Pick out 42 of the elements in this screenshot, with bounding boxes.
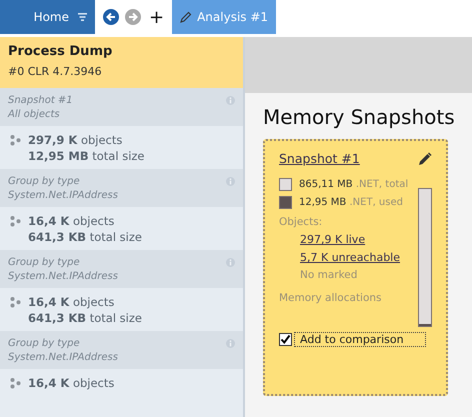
page-title: Memory Snapshots xyxy=(263,105,456,129)
objects-icon xyxy=(10,296,21,308)
total-size: 12,95 MB total size xyxy=(28,149,144,163)
checkmark-icon xyxy=(280,334,291,345)
pencil-icon[interactable] xyxy=(418,152,432,166)
process-subtitle: #0 CLR 4.7.3946 xyxy=(8,65,103,78)
step-subtitle: System.Net.IPAddress xyxy=(8,271,118,282)
total-size: 641,3 KB total size xyxy=(28,230,142,244)
objects-link[interactable]: 5,7 K unreachable xyxy=(300,251,408,264)
process-header[interactable]: Process Dump #0 CLR 4.7.3946 xyxy=(0,37,243,88)
info-icon[interactable] xyxy=(226,339,235,348)
legend-label: 865,11 MB .NET, total xyxy=(299,179,408,190)
objects-label: Objects: xyxy=(279,216,324,228)
total-size: 641,3 KB total size xyxy=(28,311,142,325)
step-title: Group by type xyxy=(8,257,80,268)
legend-label: 12,95 MB .NET, used xyxy=(299,197,403,208)
object-count: 297,9 K objects xyxy=(28,133,122,147)
back-button[interactable] xyxy=(103,9,119,25)
objects-link[interactable]: 297,9 K live xyxy=(300,233,408,246)
add-tab-button[interactable]: + xyxy=(147,6,166,28)
allocations-label: Memory allocations xyxy=(279,292,383,304)
step-subtitle: System.Net.IPAddress xyxy=(8,190,118,201)
step-subtitle: System.Net.IPAddress xyxy=(8,352,118,363)
objects-icon xyxy=(10,134,21,146)
step-title: Group by type xyxy=(8,338,80,349)
object-count: 16,4 K objects xyxy=(28,214,114,228)
objects-icon xyxy=(10,216,21,226)
object-count: 16,4 K objects xyxy=(28,376,114,390)
info-icon[interactable] xyxy=(226,177,235,186)
info-icon[interactable] xyxy=(226,258,235,267)
pencil-icon xyxy=(180,11,192,23)
object-count: 16,4 K objects xyxy=(28,295,114,309)
snapshot-link[interactable]: Snapshot #1 xyxy=(279,151,360,166)
menu-icon xyxy=(78,13,87,21)
step-title: Group by type xyxy=(8,176,80,187)
step-title: Snapshot #1 xyxy=(8,95,73,106)
home-button[interactable]: Home xyxy=(0,0,95,34)
step-subtitle: All objects xyxy=(8,109,60,120)
process-title: Process Dump xyxy=(8,44,114,59)
objects-icon xyxy=(10,378,21,388)
no-marked-text: No marked xyxy=(300,269,358,281)
info-icon[interactable] xyxy=(226,96,235,105)
